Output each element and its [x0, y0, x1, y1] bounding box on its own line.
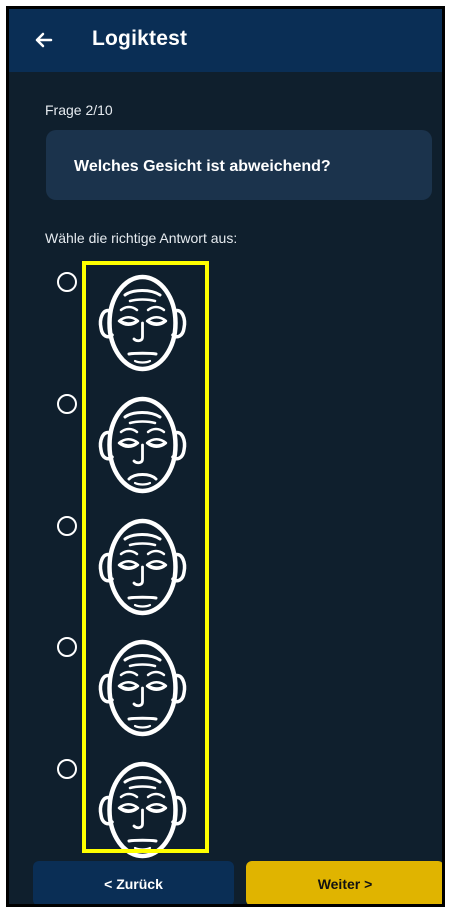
mouth — [127, 473, 158, 481]
left-eyebrow — [119, 305, 139, 312]
right-eyelid — [148, 685, 165, 690]
chin-line — [133, 846, 152, 851]
left-eyebrow — [119, 670, 139, 677]
chin-line — [133, 481, 152, 486]
mouth — [127, 351, 158, 356]
back-button[interactable]: < Zurück — [33, 861, 234, 904]
answer-option-4[interactable] — [57, 637, 207, 753]
answer-option-2[interactable] — [57, 394, 207, 510]
left-eyebrow — [119, 549, 139, 556]
right-eyelid — [148, 807, 165, 812]
face-option-4-icon — [98, 639, 187, 737]
right-eyelid — [148, 442, 165, 447]
face-option-1-icon — [98, 274, 187, 372]
right-eyebrow — [146, 670, 166, 677]
forehead-line-2 — [128, 420, 157, 425]
forehead-line — [123, 533, 162, 541]
answer-options — [9, 9, 442, 904]
face-option-2-icon — [98, 396, 187, 494]
nose — [132, 565, 144, 587]
answer-option-3[interactable] — [57, 516, 207, 632]
chin-line — [133, 724, 152, 729]
left-eyelid — [120, 320, 137, 325]
face-option-5-icon — [98, 761, 187, 859]
right-eyelid — [148, 320, 165, 325]
left-eyebrow — [119, 427, 139, 434]
left-eyebrow — [119, 792, 139, 799]
left-eyelid — [120, 685, 137, 690]
forehead-line — [123, 289, 162, 297]
left-eyelid — [120, 807, 137, 812]
left-eyelid — [120, 442, 137, 447]
navigation-footer: < Zurück Weiter > — [9, 855, 442, 904]
right-eyebrow — [146, 427, 166, 434]
right-eyelid — [148, 564, 165, 569]
radio-button[interactable] — [57, 759, 77, 779]
right-eyebrow — [146, 549, 166, 556]
nose — [132, 321, 144, 343]
right-eyebrow — [146, 305, 166, 312]
mouth — [127, 716, 158, 721]
left-eyelid — [120, 564, 137, 569]
answer-option-1[interactable] — [57, 272, 207, 388]
radio-button[interactable] — [57, 637, 77, 657]
radio-button[interactable] — [57, 394, 77, 414]
chin-line — [133, 603, 152, 608]
forehead-line-2 — [128, 298, 157, 303]
forehead-line — [123, 776, 162, 784]
forehead-line-2 — [128, 785, 157, 790]
forehead-line-2 — [128, 663, 157, 668]
forehead-line-2 — [128, 542, 157, 547]
app-screen: Logiktest Frage 2/10 Welches Gesicht ist… — [6, 6, 445, 907]
mouth — [127, 595, 158, 600]
right-eyebrow — [146, 792, 166, 799]
next-button[interactable]: Weiter > — [246, 861, 442, 904]
mouth — [127, 838, 158, 843]
chin-line — [133, 359, 152, 364]
forehead-line — [123, 411, 162, 419]
nose — [132, 443, 144, 465]
face-option-3-icon — [98, 518, 187, 616]
radio-button[interactable] — [57, 272, 77, 292]
radio-button[interactable] — [57, 516, 77, 536]
forehead-line — [123, 654, 162, 662]
nose — [132, 686, 144, 708]
nose — [132, 808, 144, 830]
